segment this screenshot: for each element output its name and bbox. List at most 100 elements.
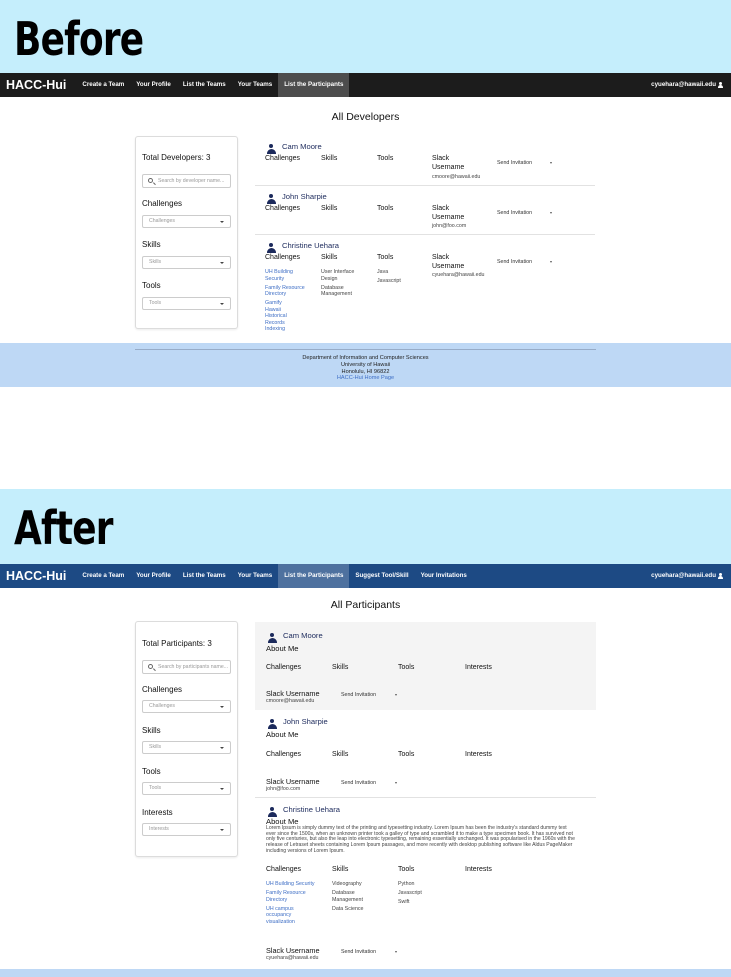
nav-create-team[interactable]: Create a Team (76, 564, 130, 588)
interests-placeholder: Interests (149, 826, 169, 832)
chevron-down-icon[interactable] (550, 261, 552, 263)
before-banner: Before (0, 0, 731, 73)
tool-item: Python (398, 881, 415, 887)
send-invitation-button[interactable]: Send Invitation (497, 160, 532, 166)
tool-item: Javascript (398, 890, 422, 896)
participant-name: Christine Uehara (283, 805, 340, 814)
filter-sidebar: Total Participants: 3 Search by particip… (135, 621, 238, 857)
skills-select[interactable]: Skills (142, 741, 231, 754)
slack-username: cyuehara@hawaii.edu (432, 272, 485, 278)
challenge-link[interactable]: Gamify Hawaii Historical Records Indexin… (265, 300, 295, 333)
chevron-down-icon[interactable] (395, 694, 397, 696)
tool-item: Swift (398, 899, 410, 905)
nav-list-participants[interactable]: List the Participants (278, 564, 350, 588)
search-icon (148, 664, 153, 669)
challenges-select[interactable]: Challenges (142, 215, 231, 228)
nav-your-profile[interactable]: Your Profile (130, 73, 177, 97)
search-placeholder: Search by participants name... (158, 664, 229, 670)
search-input[interactable]: Search by developer name... (142, 174, 231, 188)
user-menu[interactable]: cyuehara@hawaii.edu (651, 73, 723, 97)
tools-placeholder: Tools (149, 300, 162, 306)
skills-header: Skills (332, 751, 349, 758)
challenges-select[interactable]: Challenges (142, 700, 231, 713)
challenges-list: UH Building Security Family Resource Dir… (265, 269, 309, 335)
nav-your-teams[interactable]: Your Teams (232, 564, 279, 588)
footer-text: Department of Information and Computer S… (0, 355, 731, 382)
about-me-label: About Me (266, 730, 299, 739)
nav-your-invitations[interactable]: Your Invitations (415, 564, 473, 588)
tools-select[interactable]: Tools (142, 297, 231, 310)
slack-username: cmoore@hawaii.edu (266, 698, 315, 704)
search-input[interactable]: Search by participants name... (142, 660, 231, 674)
footer-home-link[interactable]: HACC-Hui Home Page (0, 375, 731, 382)
send-invitation-button[interactable]: Send Invitation (497, 210, 532, 216)
challenges-placeholder: Challenges (149, 218, 175, 224)
interests-select[interactable]: Interests (142, 823, 231, 836)
developer-count: Total Developers: 3 (142, 153, 211, 162)
footer-address: Honolulu, HI 96822 (341, 368, 390, 375)
person-icon (266, 243, 276, 253)
nav-your-teams[interactable]: Your Teams (232, 73, 279, 97)
footer-department: Department of Information and Computer S… (302, 355, 429, 361)
person-icon (267, 719, 277, 729)
nav-create-team[interactable]: Create a Team (76, 73, 130, 97)
interests-header: Interests (465, 664, 492, 671)
skill-item: Videography (332, 881, 362, 887)
chevron-down-icon (220, 747, 224, 749)
challenge-link[interactable]: Family Resource Directory (266, 890, 316, 903)
chevron-down-icon[interactable] (550, 212, 552, 214)
chevron-down-icon[interactable] (395, 782, 397, 784)
brand-logo[interactable]: HACC-Hui (6, 78, 66, 92)
slack-username: john@foo.com (266, 786, 301, 792)
skills-filter-label: Skills (142, 240, 161, 249)
challenges-filter-label: Challenges (142, 685, 183, 694)
nav-list-teams[interactable]: List the Teams (177, 564, 232, 588)
chevron-down-icon (220, 788, 224, 790)
tools-filter-label: Tools (142, 767, 161, 776)
tools-header: Tools (398, 866, 415, 873)
spacer (0, 387, 731, 489)
skills-list: User Interface Design Database Managemen… (321, 269, 367, 300)
skills-select[interactable]: Skills (142, 256, 231, 269)
challenge-link[interactable]: UH campus occupancy visualization (266, 906, 306, 926)
skills-header: Skills (321, 205, 338, 212)
slack-header: Slack Username (266, 777, 320, 786)
skills-placeholder: Skills (149, 259, 162, 265)
user-menu[interactable]: cyuehara@hawaii.edu (651, 564, 723, 588)
tools-header: Tools (377, 254, 394, 261)
slack-username: cmoore@hawaii.edu (432, 174, 481, 180)
chevron-down-icon[interactable] (550, 162, 552, 164)
tool-item: Javascript (377, 278, 401, 284)
send-invitation-button[interactable]: Send Invitation (341, 780, 376, 786)
send-invitation-button[interactable]: Send Invitation (497, 259, 532, 265)
challenges-header: Challenges (266, 866, 302, 873)
brand-logo[interactable]: HACC-Hui (6, 569, 66, 583)
challenges-list: UH Building Security Family Resource Dir… (266, 881, 324, 928)
developer-card: Christine Uehara Challenges Skills Tools… (255, 235, 595, 341)
challenge-link[interactable]: UH Building Security (265, 269, 309, 282)
skills-header: Skills (332, 664, 349, 671)
before-main: All Developers Total Developers: 3 Searc… (0, 97, 731, 343)
developer-card: Cam Moore Challenges Skills Tools Slack … (255, 136, 595, 186)
skill-item: Data Science (332, 905, 364, 912)
nav-your-profile[interactable]: Your Profile (130, 564, 177, 588)
chevron-down-icon[interactable] (395, 951, 397, 953)
nav-suggest-tool-skill[interactable]: Suggest Tool/Skill (349, 564, 414, 588)
page-title: All Participants (330, 599, 401, 611)
after-banner: After (0, 489, 731, 564)
after-main: All Participants Total Participants: 3 S… (0, 588, 731, 967)
footer-divider (135, 349, 596, 350)
chevron-down-icon (220, 221, 224, 223)
challenge-link[interactable]: UH Building Security (266, 881, 324, 888)
send-invitation-button[interactable]: Send Invitation (341, 949, 376, 955)
nav-list-participants[interactable]: List the Participants (278, 73, 350, 97)
tool-item: Java (377, 269, 389, 275)
nav-list-teams[interactable]: List the Teams (177, 73, 232, 97)
challenges-header: Challenges (266, 751, 302, 758)
interests-header: Interests (465, 866, 492, 873)
tools-header: Tools (398, 664, 415, 671)
after-footer (0, 969, 731, 977)
tools-select[interactable]: Tools (142, 782, 231, 795)
challenge-link[interactable]: Family Resource Directory (265, 285, 309, 298)
send-invitation-button[interactable]: Send Invitation (341, 692, 376, 698)
